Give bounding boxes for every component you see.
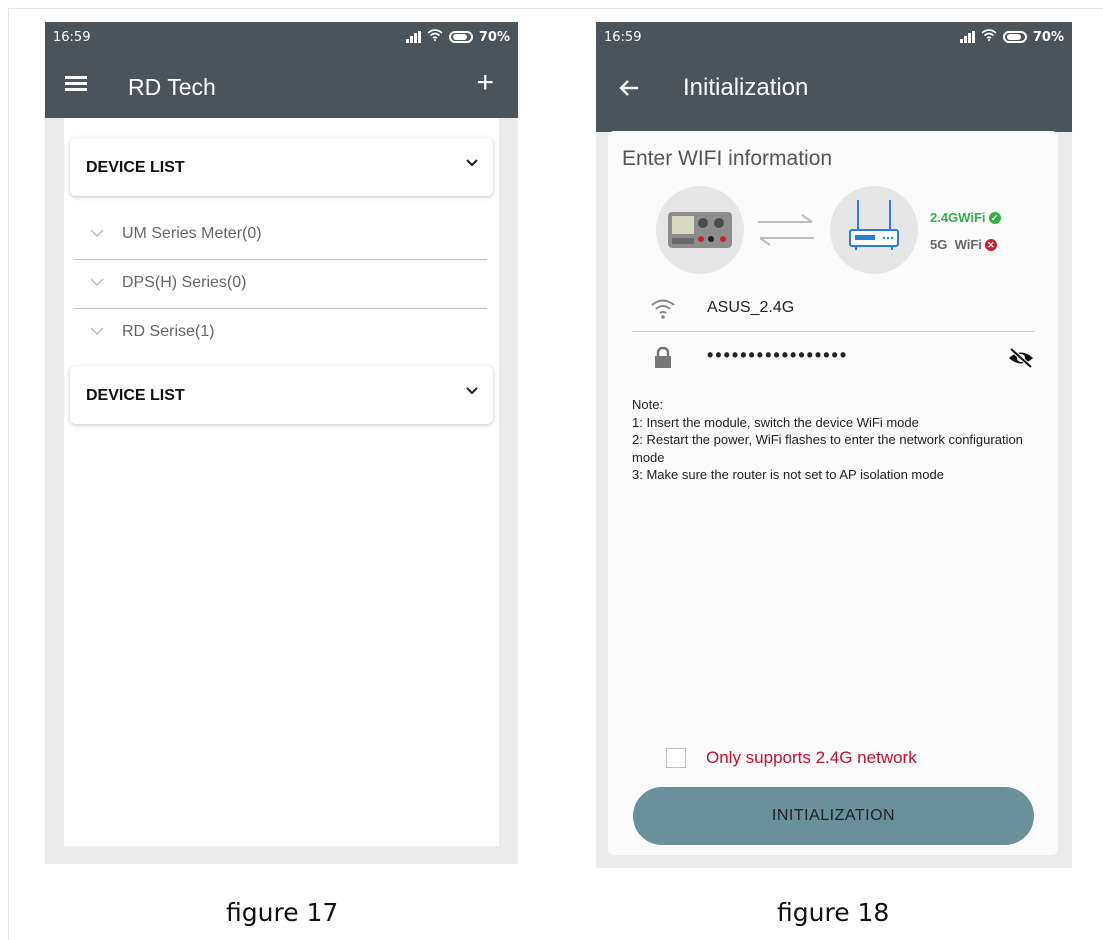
battery-icon [1002, 31, 1027, 43]
signal-icon [405, 31, 421, 43]
power-supply-icon [668, 212, 732, 248]
series-item[interactable]: RD Serise(1) [74, 308, 487, 358]
chevron-down-icon [90, 229, 104, 237]
chevron-down-icon [90, 327, 104, 335]
figure-18-caption: figure 18 [777, 898, 890, 927]
transfer-arrows-icon [758, 214, 814, 246]
app-bar: Initialization [596, 52, 1072, 132]
router-device-image [830, 186, 918, 274]
password-value: ••••••••••••••••• [707, 345, 849, 365]
check-icon: ✓ [988, 211, 1001, 224]
wifi-5-label: 5G WiFi ✕ [930, 237, 1001, 252]
ssid-field[interactable]: ASUS_2.4G [632, 288, 1034, 332]
signal-icon [959, 31, 975, 43]
status-indicators: 70% [405, 29, 510, 45]
series-label: DPS(H) Series(0) [122, 274, 247, 291]
status-indicators: 70% [959, 29, 1064, 45]
status-time: 16:59 [604, 30, 642, 45]
chevron-down-icon [466, 159, 478, 167]
app-title: RD Tech [128, 74, 216, 100]
back-arrow-icon[interactable] [618, 74, 640, 105]
only-24g-label: Only supports 2.4G network [706, 748, 917, 767]
initialization-button[interactable]: INITIALIZATION [633, 787, 1034, 845]
lock-icon [655, 346, 671, 368]
app-title: Initialization [683, 74, 809, 101]
status-time: 16:59 [53, 30, 91, 45]
power-supply-device-image [656, 186, 744, 274]
wifi-24-label: 2.4GWiFi ✓ [930, 210, 1001, 225]
phone-screen-figure-17: 16:59 70% RD Tech + DEVICE LIST UM Serie… [45, 22, 518, 864]
battery-icon [448, 31, 473, 43]
app-bar: RD Tech + [45, 52, 518, 118]
password-field[interactable]: ••••••••••••••••• [632, 337, 1034, 381]
series-item[interactable]: DPS(H) Series(0) [74, 259, 487, 309]
wifi-band-labels: 2.4GWiFi ✓ 5G WiFi ✕ [930, 210, 1001, 252]
battery-percent: 70% [478, 29, 510, 45]
close-icon: ✕ [984, 238, 997, 251]
wifi-setup-card: Enter WIFI information 2.4GWiFi ✓ 5G WiF… [608, 131, 1058, 855]
router-icon [849, 200, 899, 250]
device-list-header[interactable]: DEVICE LIST [70, 138, 493, 196]
device-list-label: DEVICE LIST [86, 387, 185, 404]
wifi-status-icon [981, 29, 997, 45]
card-title: Enter WIFI information [622, 147, 833, 170]
setup-note: Note: 1: Insert the module, switch the d… [632, 397, 1023, 482]
eye-off-icon[interactable] [1008, 347, 1034, 369]
menu-icon[interactable] [65, 76, 87, 92]
series-item[interactable]: UM Series Meter(0) [74, 210, 487, 260]
status-bar: 16:59 70% [596, 22, 1072, 52]
ssid-value: ASUS_2.4G [707, 299, 795, 316]
wifi-status-icon [427, 29, 443, 45]
chevron-down-icon [90, 278, 104, 286]
device-list-header[interactable]: DEVICE LIST [70, 366, 493, 424]
phone-screen-figure-18: 16:59 70% Initialization Enter WIFI info… [596, 22, 1072, 868]
series-label: RD Serise(1) [122, 323, 215, 340]
figure-17-caption: figure 17 [226, 898, 339, 927]
add-icon[interactable]: + [476, 66, 494, 100]
device-list-label: DEVICE LIST [86, 159, 185, 176]
series-label: UM Series Meter(0) [122, 225, 262, 242]
wifi-icon [651, 299, 675, 319]
status-bar: 16:59 70% [45, 22, 518, 52]
device-list-panel: DEVICE LIST UM Series Meter(0) DPS(H) Se… [64, 118, 499, 846]
battery-percent: 70% [1032, 29, 1064, 45]
chevron-down-icon [466, 387, 478, 395]
only-24g-checkbox[interactable] [666, 748, 686, 768]
